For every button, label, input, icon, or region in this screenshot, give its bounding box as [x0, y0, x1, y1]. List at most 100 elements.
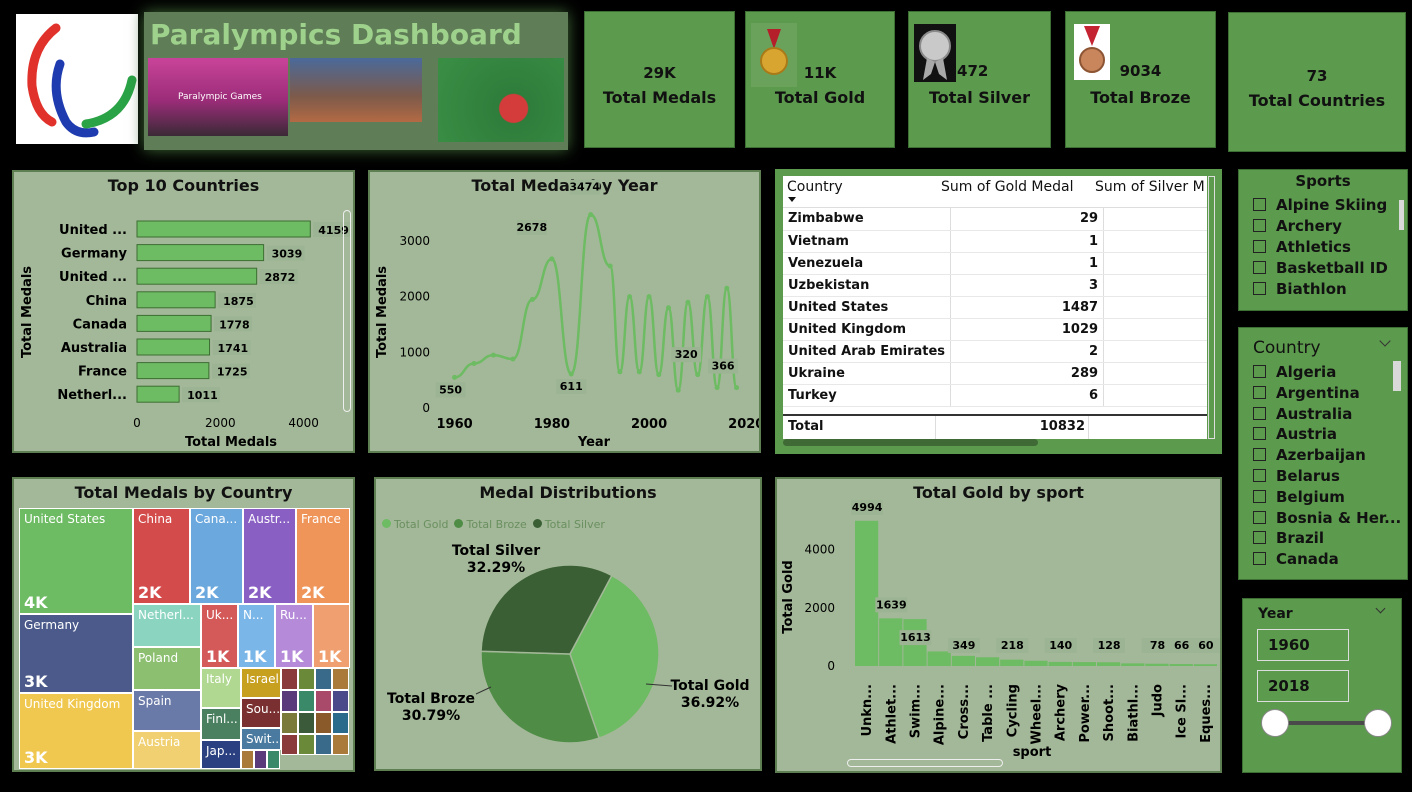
year-from-input[interactable]: 1960 — [1257, 629, 1349, 661]
slicer-scrollbar[interactable] — [1393, 361, 1401, 391]
treemap-cell[interactable] — [298, 734, 315, 755]
checkbox[interactable] — [1253, 489, 1266, 503]
bar — [879, 618, 903, 666]
treemap-cell[interactable] — [267, 750, 280, 769]
checkbox[interactable] — [1253, 510, 1266, 524]
checkbox[interactable] — [1253, 365, 1266, 378]
checkbox[interactable] — [1253, 448, 1266, 462]
checkbox[interactable] — [1253, 240, 1266, 253]
header-gold[interactable]: Sum of Gold Medal — [941, 179, 1091, 195]
year-range-end-handle[interactable] — [1364, 709, 1392, 737]
treemap-cell[interactable] — [298, 690, 315, 712]
year-to-input[interactable]: 2018 — [1257, 670, 1349, 702]
treemap-cell[interactable]: Swit... — [241, 728, 281, 750]
table-row[interactable]: United Arab Emirates 2 — [783, 340, 1207, 363]
checkbox[interactable] — [1253, 469, 1266, 482]
treemap-cell[interactable] — [332, 712, 349, 734]
treemap-cell[interactable] — [281, 734, 298, 755]
chevron-down-icon[interactable] — [1379, 335, 1391, 347]
slicer-option[interactable]: Brazil — [1253, 529, 1324, 547]
data-label: 550 — [439, 383, 462, 396]
treemap-cell[interactable] — [298, 712, 315, 734]
treemap-cell[interactable] — [254, 750, 267, 769]
treemap-cell[interactable]: Poland — [133, 647, 201, 690]
slicer-option[interactable]: Canada — [1253, 550, 1339, 568]
table-row[interactable]: Zimbabwe 29 — [783, 208, 1207, 231]
table-row[interactable]: Venezuela 1 — [783, 252, 1207, 275]
checkbox[interactable] — [1253, 261, 1266, 274]
slicer-option[interactable]: Belarus — [1253, 467, 1340, 485]
table-row[interactable]: Uzbekistan 3 — [783, 274, 1207, 297]
treemap-cell[interactable]: 1K — [313, 604, 350, 668]
slicer-option[interactable]: Athletics — [1253, 238, 1351, 256]
treemap-cell[interactable]: Cana... 2K — [190, 508, 243, 604]
treemap-cell[interactable] — [281, 668, 298, 690]
slicer-option[interactable]: Australia — [1253, 405, 1352, 423]
bar — [136, 291, 216, 309]
slicer-option[interactable]: Alpine Skiing — [1253, 196, 1387, 214]
treemap-cell[interactable]: United States 4K — [19, 508, 133, 614]
slicer-option[interactable]: Argentina — [1253, 384, 1360, 402]
treemap-cell[interactable] — [298, 668, 315, 690]
slicer-option[interactable]: Belgium — [1253, 488, 1345, 506]
horizontal-scrollbar[interactable] — [847, 759, 1003, 767]
treemap-cell[interactable] — [241, 750, 254, 769]
treemap-cell[interactable] — [332, 734, 349, 755]
treemap-cell[interactable] — [315, 668, 332, 690]
slicer-option[interactable]: Biathlon — [1253, 280, 1347, 298]
treemap-cell[interactable]: Sou... — [241, 698, 281, 728]
checkbox[interactable] — [1253, 552, 1266, 566]
slicer-option[interactable]: Algeria — [1253, 363, 1336, 381]
treemap-cell[interactable] — [281, 690, 298, 712]
treemap-cell[interactable]: China 2K — [133, 508, 190, 604]
checkbox[interactable] — [1253, 198, 1266, 211]
year-range-start-handle[interactable] — [1261, 709, 1289, 737]
chevron-down-icon[interactable] — [1375, 603, 1386, 614]
slicer-option[interactable]: Basketball ID — [1253, 259, 1388, 277]
treemap-cell[interactable]: N... 1K — [238, 604, 275, 668]
header-silver[interactable]: Sum of Silver M — [1095, 179, 1207, 195]
x-tick-label: 2000 — [205, 416, 236, 430]
slicer-scrollbar[interactable] — [1399, 200, 1404, 230]
treemap-cell[interactable] — [281, 712, 298, 734]
slicer-option[interactable]: Archery — [1253, 217, 1342, 235]
checkbox[interactable] — [1253, 406, 1266, 420]
treemap-cell[interactable]: France 2K — [296, 508, 350, 604]
table-row[interactable]: Turkey 6 — [783, 384, 1207, 407]
table-row[interactable]: Ukraine 289 — [783, 362, 1207, 385]
slicer-option[interactable]: Austria — [1253, 425, 1337, 443]
treemap-cell[interactable] — [315, 734, 332, 755]
checkbox[interactable] — [1253, 282, 1266, 295]
treemap-cell[interactable] — [332, 668, 349, 690]
treemap-cell[interactable]: Spain — [133, 690, 201, 731]
treemap-cell[interactable]: Germany 3K — [19, 614, 133, 693]
treemap-cell[interactable] — [315, 690, 332, 712]
cell-gold: 29 — [950, 208, 1105, 231]
checkbox[interactable] — [1253, 219, 1266, 232]
vertical-scrollbar[interactable] — [1208, 176, 1215, 439]
treemap-cell[interactable]: Ru... 1K — [275, 604, 313, 668]
treemap-cell[interactable]: Jap... — [201, 740, 241, 769]
table-row[interactable]: United States 1487 — [783, 296, 1207, 319]
treemap-cell[interactable] — [315, 712, 332, 734]
treemap-cell[interactable]: Austr... 2K — [243, 508, 296, 604]
treemap-cell[interactable]: Netherl... — [133, 604, 201, 647]
treemap-cell[interactable]: Italy — [201, 668, 241, 708]
checkbox[interactable] — [1253, 531, 1266, 545]
kpi-total-silver: 9472 Total Silver — [908, 11, 1051, 148]
header-country[interactable]: Country — [787, 179, 935, 202]
treemap-cell[interactable] — [332, 690, 349, 712]
checkbox[interactable] — [1253, 427, 1266, 441]
treemap-cell[interactable]: United Kingdom 3K — [19, 693, 133, 769]
slicer-option[interactable]: Azerbaijan — [1253, 446, 1366, 464]
treemap-cell[interactable]: Finl... — [201, 708, 241, 740]
table-row[interactable]: Vietnam 1 — [783, 230, 1207, 253]
treemap-cell[interactable]: Israel — [241, 668, 281, 698]
horizontal-scrollbar[interactable] — [783, 439, 1038, 446]
table-row[interactable]: United Kingdom 1029 — [783, 318, 1207, 341]
treemap-cell[interactable]: Uk... 1K — [201, 604, 238, 668]
scrollbar[interactable] — [343, 210, 351, 412]
slicer-option[interactable]: Bosnia & Her... — [1253, 509, 1401, 527]
treemap-cell[interactable]: Austria — [133, 731, 201, 769]
checkbox[interactable] — [1253, 385, 1266, 399]
